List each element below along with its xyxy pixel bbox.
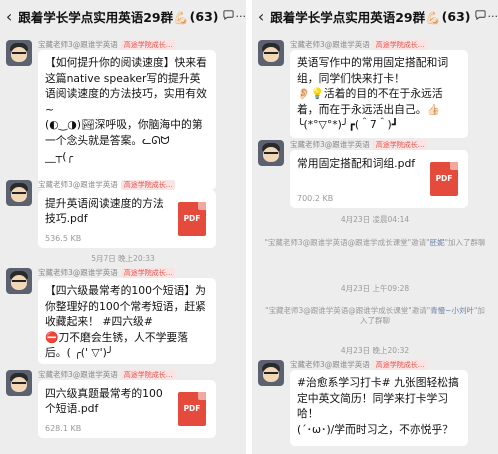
member-count: (63) [189, 8, 219, 24]
sender-name: 宝藏老师3@跟谁学英语 高途学院成长... [38, 39, 176, 50]
avatar[interactable] [258, 40, 284, 66]
pdf-file-icon: PDF [430, 162, 458, 196]
chat-header: ‹ 跟着学长学点实用英语29群💪🏻 (63) ··· [252, 0, 498, 32]
avatar[interactable] [258, 360, 284, 386]
sender-name: 宝藏老师3@跟谁学英语 高途学院成长... [290, 39, 428, 50]
avatar[interactable] [6, 180, 32, 206]
sender-badge: 高途学院成长... [372, 39, 428, 50]
file-name: 常用固定搭配和词组.pdf [297, 157, 416, 170]
group-name: 跟着学长学点实用英语29群💪🏻 [270, 9, 441, 25]
chevron-left-icon[interactable]: ‹ [0, 7, 18, 26]
sender-name: 宝藏老师3@跟谁学英语 高途学院成长... [38, 179, 176, 190]
system-message: "宝藏老师3@跟谁学英语@跟谁学成长课堂"邀请"胚妮"加入了群聊 [264, 238, 486, 247]
file-card[interactable]: 提升英语阅读速度的方法技巧.pdf 536.5 KB PDF [38, 190, 216, 248]
file-size: 536.5 KB [45, 234, 82, 243]
group-title: 跟着学长学点实用英语29群💪🏻 (63) [270, 7, 470, 26]
file-size: 700.2 KB [297, 194, 334, 203]
sender-name: 宝藏老师3@跟谁学英语 高途学院成长... [38, 267, 176, 278]
pdf-file-icon: PDF [178, 202, 206, 236]
more-icon[interactable]: ··· [488, 10, 498, 23]
message-bubble[interactable]: #治愈系学习打卡# 九张图轻松搞定中英文简历！同学来打卡学习哈！ (´･ω･)/… [290, 370, 468, 446]
file-name: 提升英语阅读速度的方法技巧.pdf [45, 197, 164, 225]
timestamp: 4月23日 上午09:28 [340, 284, 410, 293]
sender-name: 宝藏老师3@跟谁学英语 高途学院成长... [290, 359, 428, 370]
group-title: 跟着学长学点实用英语29群💪🏻 (63) [18, 7, 218, 26]
chat-header: ‹ 跟着学长学点实用英语29群💪🏻 (63) ··· [0, 0, 246, 32]
timestamp: 4月23日 晚上20:32 [340, 346, 410, 355]
timestamp: 5月7日 晚上20:33 [91, 254, 155, 263]
invited-user-link[interactable]: 胚妮 [430, 238, 445, 247]
system-message: "宝藏老师3@跟谁学英语@跟谁学成长课堂"邀请"青慢~小刘叶"加入了群聊 [265, 306, 485, 325]
avatar[interactable] [6, 40, 32, 66]
timestamp: 4月23日 凌晨04:14 [340, 215, 410, 224]
sender-badge: 高途学院成长... [120, 369, 176, 380]
message-bubble[interactable]: 英语写作中的常用固定搭配和词组，同学们快来打卡！ 👂🏻💡活着的目的不在于永远活着… [290, 50, 468, 138]
sender-badge: 高途学院成长... [120, 267, 176, 278]
more-icon[interactable]: ··· [236, 10, 247, 23]
sender-name: 宝藏老师3@跟谁学英语 高途学院成长... [290, 139, 428, 150]
avatar[interactable] [258, 140, 284, 166]
sender-badge: 高途学院成长... [372, 359, 428, 370]
file-size: 628.1 KB [45, 424, 82, 433]
avatar[interactable] [6, 268, 32, 294]
pdf-file-icon: PDF [178, 392, 206, 426]
invited-user-link[interactable]: 青慢~小刘叶 [430, 306, 474, 315]
file-card[interactable]: 常用固定搭配和词组.pdf 700.2 KB PDF [290, 150, 468, 208]
file-card[interactable]: 四六级真题最常考的100个短语.pdf 628.1 KB PDF [38, 380, 216, 438]
message-bubble[interactable]: 【四六级最常考的100个短语】为你整理好的100个常考短语，赶紧收藏起来！ #四… [38, 278, 216, 364]
sender-badge: 高途学院成长... [372, 139, 428, 150]
sender-badge: 高途学院成长... [120, 179, 176, 190]
left-chat-panel: ‹ 跟着学长学点实用英语29群💪🏻 (63) ··· 宝藏老师3@跟谁学英语 高途… [0, 0, 246, 454]
file-name: 四六级真题最常考的100个短语.pdf [45, 387, 163, 415]
message-bubble[interactable]: 【如何提升你的阅读速度】快来看这篇native speaker写的提升英语阅读速… [38, 50, 216, 190]
chat-bubble-icon[interactable] [474, 9, 486, 23]
right-chat-panel: ‹ 跟着学长学点实用英语29群💪🏻 (63) ··· 宝藏老师3@跟谁学英语 高途… [252, 0, 498, 454]
avatar[interactable] [6, 370, 32, 396]
member-count: (63) [441, 8, 471, 24]
sender-badge: 高途学院成长... [120, 39, 176, 50]
chat-bubble-icon[interactable] [222, 9, 234, 23]
chevron-left-icon[interactable]: ‹ [252, 7, 270, 26]
sender-name: 宝藏老师3@跟谁学英语 高途学院成长... [38, 369, 176, 380]
group-name: 跟着学长学点实用英语29群💪🏻 [18, 9, 189, 25]
